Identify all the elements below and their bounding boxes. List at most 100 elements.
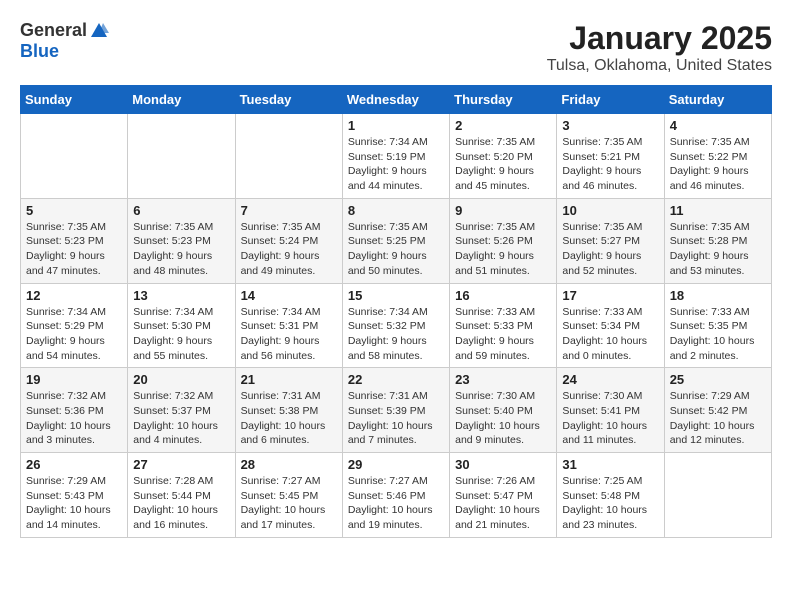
logo-icon [89,21,109,41]
day-number: 17 [562,288,658,303]
day-number: 25 [670,372,766,387]
day-info: Sunrise: 7:27 AM Sunset: 5:46 PM Dayligh… [348,474,444,533]
calendar-cell: 16 Sunrise: 7:33 AM Sunset: 5:33 PM Dayli… [450,283,557,368]
week-row-4: 19 Sunrise: 7:32 AM Sunset: 5:36 PM Dayli… [21,368,772,453]
calendar-cell: 26 Sunrise: 7:29 AM Sunset: 5:43 PM Dayli… [21,453,128,538]
day-info: Sunrise: 7:31 AM Sunset: 5:39 PM Dayligh… [348,389,444,448]
weekday-header-saturday: Saturday [664,86,771,114]
calendar-cell [128,114,235,199]
day-number: 14 [241,288,337,303]
day-info: Sunrise: 7:31 AM Sunset: 5:38 PM Dayligh… [241,389,337,448]
calendar-cell [664,453,771,538]
calendar-cell: 2 Sunrise: 7:35 AM Sunset: 5:20 PM Daylig… [450,114,557,199]
calendar-cell: 18 Sunrise: 7:33 AM Sunset: 5:35 PM Dayli… [664,283,771,368]
logo: General Blue [20,20,109,62]
day-number: 10 [562,203,658,218]
location: Tulsa, Oklahoma, United States [547,57,772,75]
day-info: Sunrise: 7:33 AM Sunset: 5:33 PM Dayligh… [455,305,551,364]
day-info: Sunrise: 7:29 AM Sunset: 5:43 PM Dayligh… [26,474,122,533]
logo-general-text: General [20,20,87,41]
calendar-cell: 14 Sunrise: 7:34 AM Sunset: 5:31 PM Dayli… [235,283,342,368]
calendar-cell: 6Sunrise: 7:35 AM Sunset: 5:23 PM Daylig… [128,198,235,283]
day-number: 16 [455,288,551,303]
day-number: 27 [133,457,229,472]
day-info: Sunrise: 7:34 AM Sunset: 5:31 PM Dayligh… [241,305,337,364]
weekday-header-row: SundayMondayTuesdayWednesdayThursdayFrid… [21,86,772,114]
day-info: Sunrise: 7:34 AM Sunset: 5:30 PM Dayligh… [133,305,229,364]
page-header: General Blue January 2025 Tulsa, Oklahom… [20,20,772,75]
calendar-cell: 8 Sunrise: 7:35 AM Sunset: 5:25 PM Daylig… [342,198,449,283]
day-info: Sunrise: 7:35 AM Sunset: 5:24 PM Dayligh… [241,220,337,279]
day-number: 20 [133,372,229,387]
calendar-cell: 1 Sunrise: 7:34 AM Sunset: 5:19 PM Daylig… [342,114,449,199]
month-title: January 2025 [547,20,772,57]
day-number: 26 [26,457,122,472]
logo-blue-text: Blue [20,41,59,62]
calendar-cell: 23 Sunrise: 7:30 AM Sunset: 5:40 PM Dayli… [450,368,557,453]
day-number: 8 [348,203,444,218]
title-block: January 2025 Tulsa, Oklahoma, United Sta… [547,20,772,75]
weekday-header-tuesday: Tuesday [235,86,342,114]
calendar-cell: 10 Sunrise: 7:35 AM Sunset: 5:27 PM Dayli… [557,198,664,283]
day-info: Sunrise: 7:34 AM Sunset: 5:19 PM Dayligh… [348,135,444,194]
calendar-cell: 5 Sunrise: 7:35 AM Sunset: 5:23 PM Daylig… [21,198,128,283]
calendar-cell: 24 Sunrise: 7:30 AM Sunset: 5:41 PM Dayli… [557,368,664,453]
calendar-cell: 17Sunrise: 7:33 AM Sunset: 5:34 PM Dayli… [557,283,664,368]
day-number: 29 [348,457,444,472]
calendar-cell: 30 Sunrise: 7:26 AM Sunset: 5:47 PM Dayli… [450,453,557,538]
day-number: 23 [455,372,551,387]
calendar-cell: 4 Sunrise: 7:35 AM Sunset: 5:22 PM Daylig… [664,114,771,199]
day-info: Sunrise: 7:35 AM Sunset: 5:25 PM Dayligh… [348,220,444,279]
week-row-2: 5 Sunrise: 7:35 AM Sunset: 5:23 PM Daylig… [21,198,772,283]
day-info: Sunrise: 7:35 AM Sunset: 5:28 PM Dayligh… [670,220,766,279]
day-info: Sunrise: 7:35 AM Sunset: 5:23 PM Dayligh… [26,220,122,279]
day-number: 2 [455,118,551,133]
day-info: Sunrise: 7:35 AM Sunset: 5:27 PM Dayligh… [562,220,658,279]
calendar-cell: 28Sunrise: 7:27 AM Sunset: 5:45 PM Dayli… [235,453,342,538]
day-number: 1 [348,118,444,133]
week-row-1: 1 Sunrise: 7:34 AM Sunset: 5:19 PM Daylig… [21,114,772,199]
day-number: 21 [241,372,337,387]
day-info: Sunrise: 7:32 AM Sunset: 5:36 PM Dayligh… [26,389,122,448]
day-number: 24 [562,372,658,387]
day-number: 5 [26,203,122,218]
day-number: 19 [26,372,122,387]
day-info: Sunrise: 7:33 AM Sunset: 5:35 PM Dayligh… [670,305,766,364]
calendar-cell: 31 Sunrise: 7:25 AM Sunset: 5:48 PM Dayli… [557,453,664,538]
calendar-cell: 22 Sunrise: 7:31 AM Sunset: 5:39 PM Dayli… [342,368,449,453]
day-info: Sunrise: 7:29 AM Sunset: 5:42 PM Dayligh… [670,389,766,448]
day-number: 6 [133,203,229,218]
weekday-header-monday: Monday [128,86,235,114]
calendar-cell: 27Sunrise: 7:28 AM Sunset: 5:44 PM Dayli… [128,453,235,538]
calendar-cell [21,114,128,199]
calendar-cell: 25 Sunrise: 7:29 AM Sunset: 5:42 PM Dayli… [664,368,771,453]
day-info: Sunrise: 7:35 AM Sunset: 5:21 PM Dayligh… [562,135,658,194]
weekday-header-sunday: Sunday [21,86,128,114]
day-number: 15 [348,288,444,303]
day-info: Sunrise: 7:26 AM Sunset: 5:47 PM Dayligh… [455,474,551,533]
day-number: 11 [670,203,766,218]
day-info: Sunrise: 7:34 AM Sunset: 5:29 PM Dayligh… [26,305,122,364]
day-info: Sunrise: 7:25 AM Sunset: 5:48 PM Dayligh… [562,474,658,533]
day-number: 31 [562,457,658,472]
day-info: Sunrise: 7:35 AM Sunset: 5:20 PM Dayligh… [455,135,551,194]
calendar-cell: 20 Sunrise: 7:32 AM Sunset: 5:37 PM Dayli… [128,368,235,453]
day-number: 30 [455,457,551,472]
day-number: 12 [26,288,122,303]
day-number: 28 [241,457,337,472]
calendar-cell [235,114,342,199]
day-info: Sunrise: 7:30 AM Sunset: 5:40 PM Dayligh… [455,389,551,448]
week-row-5: 26 Sunrise: 7:29 AM Sunset: 5:43 PM Dayli… [21,453,772,538]
day-number: 22 [348,372,444,387]
weekday-header-wednesday: Wednesday [342,86,449,114]
calendar-table: SundayMondayTuesdayWednesdayThursdayFrid… [20,85,772,538]
day-info: Sunrise: 7:32 AM Sunset: 5:37 PM Dayligh… [133,389,229,448]
calendar-cell: 3Sunrise: 7:35 AM Sunset: 5:21 PM Daylig… [557,114,664,199]
day-info: Sunrise: 7:30 AM Sunset: 5:41 PM Dayligh… [562,389,658,448]
day-number: 18 [670,288,766,303]
day-number: 7 [241,203,337,218]
calendar-cell: 7 Sunrise: 7:35 AM Sunset: 5:24 PM Daylig… [235,198,342,283]
calendar-cell: 13Sunrise: 7:34 AM Sunset: 5:30 PM Dayli… [128,283,235,368]
day-number: 4 [670,118,766,133]
day-info: Sunrise: 7:35 AM Sunset: 5:22 PM Dayligh… [670,135,766,194]
